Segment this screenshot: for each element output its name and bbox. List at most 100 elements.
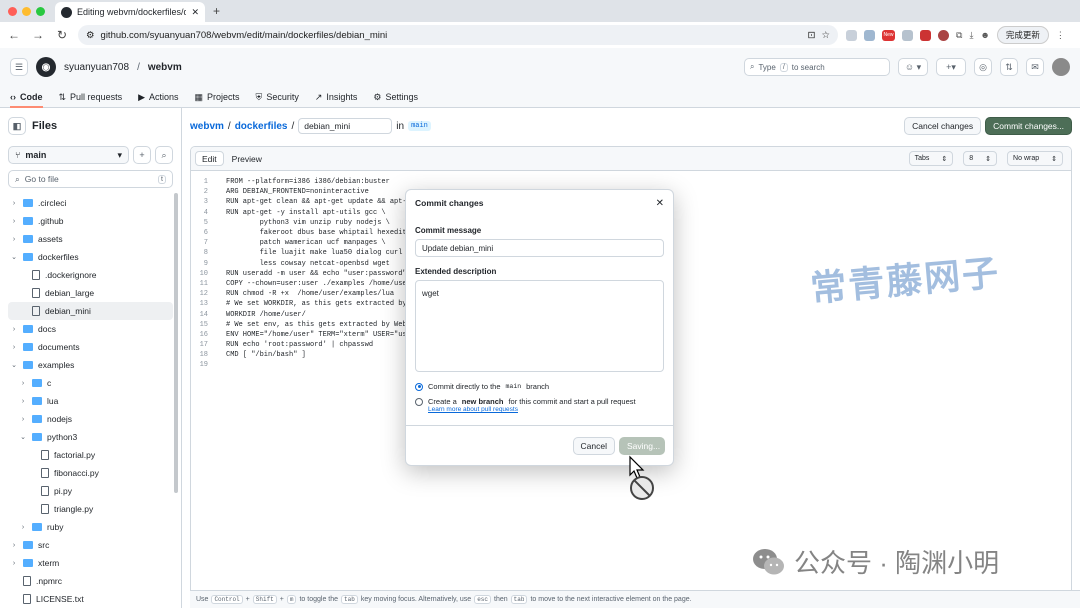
path-repo-link[interactable]: webvm [190,121,224,132]
commit-message-input[interactable]: Update debian_mini [415,239,664,257]
learn-more-link[interactable]: Learn more about pull requests [428,406,664,413]
chevron-right-icon[interactable]: › [19,380,27,387]
extension-icon[interactable] [902,29,913,41]
tree-folder[interactable]: › lua [8,392,173,410]
tree-folder[interactable]: › .circleci [8,194,173,212]
chevron-right-icon[interactable]: › [19,416,27,423]
copilot-icon[interactable]: ☺ ▾ [898,58,928,76]
tab-edit[interactable]: Edit [195,151,224,166]
saving-button[interactable]: Saving... [619,436,665,455]
tree-file[interactable]: fibonacci.py [8,464,173,482]
cancel-changes-button[interactable]: Cancel changes [904,117,982,135]
extension-icon[interactable] [938,29,949,41]
tree-file[interactable]: triangle.py [8,500,173,518]
tree-folder[interactable]: › c [8,374,173,392]
filename-input[interactable]: debian_mini [298,118,393,134]
chevron-right-icon[interactable]: › [10,200,18,207]
chevron-right-icon[interactable]: › [10,218,18,225]
back-icon[interactable]: ← [6,28,22,42]
chevron-right-icon[interactable]: › [19,398,27,405]
repo-name-link[interactable]: webvm [148,62,182,73]
browser-tab[interactable]: Editing webvm/dockerfiles/de ✕ [55,2,205,22]
add-file-icon[interactable]: + [133,146,151,164]
tree-folder[interactable]: ⌄ python3 [8,428,173,446]
tree-folder[interactable]: › documents [8,338,173,356]
go-to-file-input[interactable]: ⌕ Go to file t [8,170,173,188]
tree-file[interactable]: .npmrc [8,572,173,590]
new-tab-button[interactable]: + [213,2,220,22]
tree-file[interactable]: pi.py [8,482,173,500]
forward-icon[interactable]: → [30,28,46,42]
puzzle-icon[interactable]: ⧉ [956,30,962,41]
indent-size-select[interactable]: 8 ⇕ [963,151,998,166]
chevron-right-icon[interactable]: › [10,236,18,243]
branch-selector[interactable]: ⑂ main ▾ [8,146,129,164]
tree-folder[interactable]: › xterm [8,554,173,572]
tree-folder[interactable]: › .github [8,212,173,230]
tree-file[interactable]: factorial.py [8,446,173,464]
inbox-icon[interactable]: ✉ [1026,58,1044,76]
chevron-down-icon[interactable]: ⌄ [10,253,18,261]
tree-folder[interactable]: ⌄ dockerfiles [8,248,173,266]
indent-mode-select[interactable]: Tabs ⇕ [908,151,954,166]
code-line[interactable]: 1 FROM --platform=i386 i386/debian:buster [191,177,1071,187]
close-icon[interactable]: ✕ [656,198,664,209]
tree-folder[interactable]: › docs [8,320,173,338]
pull-requests-icon[interactable]: ⇅ [1000,58,1018,76]
chevron-down-icon[interactable]: ⌄ [19,433,27,441]
new-branch-option[interactable]: Create a new branch for this commit and … [415,397,664,406]
user-avatar[interactable] [1052,58,1070,76]
extension-icon[interactable] [864,29,875,41]
sidebar-scrollbar[interactable] [174,193,178,493]
tree-folder[interactable]: › nodejs [8,410,173,428]
tab-code[interactable]: ‹› Code [10,86,43,108]
issues-icon[interactable]: ◎ [974,58,992,76]
tree-file[interactable]: debian_large [8,284,173,302]
chevron-right-icon[interactable]: › [10,326,18,333]
chevron-down-icon[interactable]: ⌄ [10,361,18,369]
extension-icon[interactable] [846,29,857,41]
tree-folder[interactable]: ⌄ examples [8,356,173,374]
new-extension-icon[interactable]: New [882,29,895,41]
tree-file[interactable]: LICENSE.txt [8,590,173,608]
chevron-right-icon[interactable]: › [10,542,18,549]
close-tab-icon[interactable]: ✕ [191,7,199,18]
minimize-window-button[interactable] [22,6,31,16]
url-field[interactable]: ⚙ github.com/syuanyuan708/webvm/edit/mai… [78,25,838,45]
tree-folder[interactable]: › assets [8,230,173,248]
profile-icon[interactable]: ☻ [980,30,989,40]
reload-icon[interactable]: ↻ [54,28,70,42]
tree-file[interactable]: .dockerignore [8,266,173,284]
commit-directly-option[interactable]: Commit directly to the main branch [415,382,664,391]
tree-file[interactable]: debian_mini [8,302,173,320]
tree-folder[interactable]: › ruby [8,518,173,536]
chevron-right-icon[interactable]: › [10,560,18,567]
path-dir-link[interactable]: dockerfiles [235,121,288,132]
tab-insights[interactable]: ↗ Insights [315,86,358,108]
create-new-button[interactable]: + ▾ [936,58,966,76]
radio-selected-icon[interactable] [415,382,423,391]
maximize-window-button[interactable] [36,6,45,16]
tab-security[interactable]: ⛨ Security [256,86,299,108]
download-icon[interactable]: ⤓ [969,30,973,41]
collapse-sidebar-icon[interactable]: ◧ [8,117,26,135]
repo-owner-link[interactable]: syuanyuan708 [64,62,129,73]
update-button[interactable]: 完成更新 [996,26,1049,44]
extended-description-textarea[interactable]: wget [415,280,664,372]
tab-actions[interactable]: ▶ Actions [138,86,178,108]
chevron-right-icon[interactable]: › [19,524,27,531]
chevron-right-icon[interactable]: › [10,344,18,351]
github-logo-icon[interactable]: ◉ [36,57,56,77]
extension-icon[interactable] [920,29,931,41]
tab-pull-requests[interactable]: ⇅ Pull requests [59,86,123,108]
hamburger-menu-icon[interactable]: ☰ [10,58,28,76]
bookmark-star-icon[interactable]: ☆ [821,30,830,41]
search-files-icon[interactable]: ⌕ [155,146,173,164]
tree-folder[interactable]: › src [8,536,173,554]
wrap-mode-select[interactable]: No wrap ⇕ [1007,151,1063,166]
radio-unselected-icon[interactable] [415,397,423,406]
site-info-icon[interactable]: ⚙ [86,30,95,41]
commit-changes-button[interactable]: Commit changes... [985,117,1072,135]
global-search-input[interactable]: ⌕ Type / to search [744,58,890,76]
menu-icon[interactable]: ⋮ [1056,30,1065,41]
